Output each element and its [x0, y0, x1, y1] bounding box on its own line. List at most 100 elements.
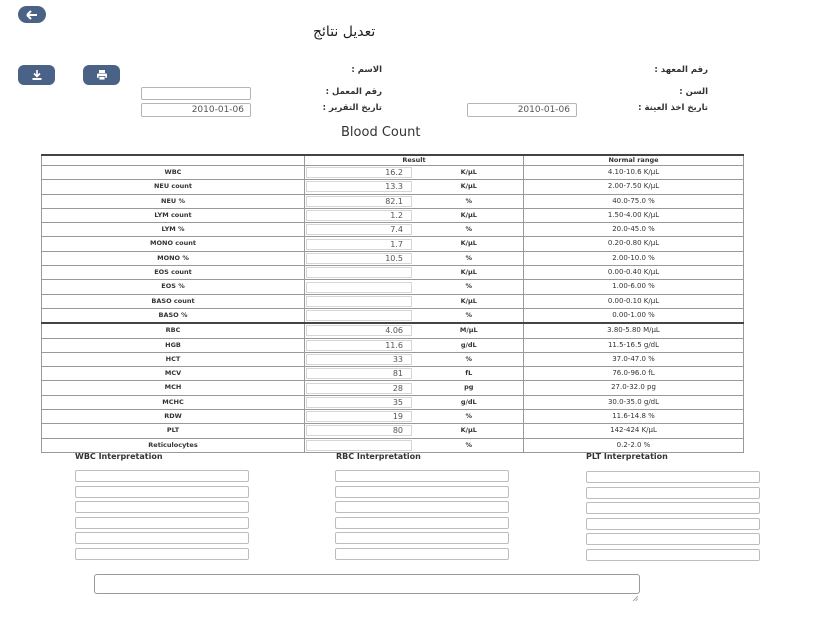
- result-value-input[interactable]: 10.5: [306, 252, 412, 264]
- result-value-input[interactable]: 7.4: [306, 224, 412, 236]
- parameter-name: NEU %: [41, 193, 305, 209]
- result-cell: 28: [304, 380, 415, 396]
- parameter-name: WBC: [41, 164, 305, 181]
- wbc-interpretation-input[interactable]: [75, 501, 249, 513]
- result-value-input[interactable]: [306, 310, 412, 322]
- unit-label: %: [414, 193, 524, 209]
- age-label: السن :: [679, 87, 708, 97]
- unit-label: K/µL: [414, 164, 524, 181]
- result-cell: 13.3: [304, 179, 415, 195]
- normal-range: 2.00-7.50 K/µL: [523, 179, 744, 195]
- unit-label: pg: [414, 380, 524, 396]
- rbc-interpretation-input[interactable]: [335, 516, 509, 529]
- unit-label: fL: [414, 366, 524, 382]
- result-value-input[interactable]: 81: [306, 368, 412, 380]
- parameter-name: BASO %: [41, 307, 305, 324]
- sample-date-field[interactable]: [467, 103, 577, 117]
- table-row: MCV 81 fL 76.0-96.0 fL: [41, 366, 744, 382]
- report-date-field[interactable]: [141, 103, 251, 117]
- plt-interpretation-input[interactable]: [586, 517, 760, 530]
- wbc-interpretation-input[interactable]: [75, 547, 249, 560]
- parameter-name: MCV: [41, 366, 305, 382]
- parameter-name: RDW: [41, 409, 305, 425]
- unit-label: K/µL: [414, 179, 524, 195]
- wbc-interpretation-input[interactable]: [75, 532, 249, 544]
- table-row: LYM % 7.4% 20.0-45.0 %: [41, 222, 744, 238]
- printer-icon: [96, 66, 108, 85]
- back-button[interactable]: [18, 6, 46, 23]
- result-value-input[interactable]: 13.3: [306, 181, 412, 193]
- table-row: RDW 19% 11.6-14.8 %: [41, 409, 744, 425]
- parameter-name: BASO count: [41, 293, 305, 309]
- unit-label: %: [414, 279, 524, 295]
- wbc-interpretation-title: WBC Interpretation: [75, 452, 163, 461]
- unit-label: K/µL: [414, 293, 524, 309]
- print-button[interactable]: [83, 65, 120, 85]
- rbc-interpretation-input[interactable]: [335, 532, 509, 544]
- result-cell: 80: [304, 423, 415, 439]
- result-value-input[interactable]: 16.2: [306, 167, 412, 179]
- page-title: تعديل نتائج: [313, 24, 376, 40]
- unit-label: %: [414, 409, 524, 425]
- result-value-input[interactable]: 11.6: [306, 339, 412, 351]
- wbc-interpretation-input[interactable]: [75, 470, 249, 482]
- plt-interpretation-input[interactable]: [586, 471, 760, 483]
- unit-label: %: [414, 351, 524, 368]
- result-value-input[interactable]: 28: [306, 382, 412, 394]
- plt-interpretation-input[interactable]: [586, 548, 760, 561]
- result-value-input[interactable]: [306, 267, 412, 279]
- unit-label: M/µL: [414, 322, 524, 339]
- table-row: RBC 4.06 M/µL 3.80-5.80 M/µL: [41, 322, 744, 339]
- normal-range: 4.10-10.6 K/µL: [523, 164, 744, 181]
- result-value-input[interactable]: 82.1: [306, 195, 412, 207]
- result-cell: [304, 265, 415, 281]
- result-cell: [304, 307, 415, 324]
- result-value-input[interactable]: [306, 295, 412, 307]
- parameter-name: EOS count: [41, 265, 305, 281]
- parameter-name: MONO %: [41, 250, 305, 267]
- result-value-input[interactable]: [306, 439, 412, 451]
- result-value-input[interactable]: 4.06: [306, 325, 412, 337]
- parameter-name: MCHC: [41, 394, 305, 411]
- results-table: Result Normal range WBC 16.2 K/µL 4.10-10.6…: [41, 154, 744, 453]
- unit-label: g/dL: [414, 394, 524, 411]
- result-cell: 1.2: [304, 207, 415, 224]
- normal-range: 11.5-16.5 g/dL: [523, 337, 744, 353]
- rbc-interpretation-input[interactable]: [335, 470, 509, 482]
- result-value-input[interactable]: 19: [306, 411, 412, 423]
- download-icon: [31, 66, 43, 85]
- notes-textarea[interactable]: [94, 574, 640, 602]
- result-value-input[interactable]: 1.2: [306, 210, 412, 222]
- plt-interpretation-input[interactable]: [586, 486, 760, 499]
- result-value-input[interactable]: 35: [306, 396, 412, 408]
- result-value-input[interactable]: 80: [306, 425, 412, 437]
- download-button[interactable]: [18, 65, 55, 85]
- rbc-interpretation-input[interactable]: [335, 547, 509, 560]
- wbc-interpretation-input[interactable]: [75, 516, 249, 529]
- parameter-name: LYM count: [41, 207, 305, 224]
- parameter-name: RBC: [41, 322, 305, 339]
- normal-range: 76.0-96.0 fL: [523, 366, 744, 382]
- parameter-name: EOS %: [41, 279, 305, 295]
- rbc-interpretation-input[interactable]: [335, 485, 509, 498]
- plt-interpretation-input[interactable]: [586, 502, 760, 514]
- plt-interpretation-input[interactable]: [586, 533, 760, 545]
- parameter-name: HGB: [41, 337, 305, 353]
- result-value-input[interactable]: 33: [306, 354, 412, 365]
- result-value-input[interactable]: 1.7: [306, 238, 412, 250]
- parameter-name: MCH: [41, 380, 305, 396]
- normal-range: 0.00-0.40 K/µL: [523, 265, 744, 281]
- wbc-interpretation-input[interactable]: [75, 485, 249, 498]
- table-row: WBC 16.2 K/µL 4.10-10.6 K/µL: [41, 164, 744, 181]
- result-value-input[interactable]: [306, 281, 412, 293]
- table-row: MONO % 10.5% 2.00-10.0 %: [41, 250, 744, 267]
- result-cell: 35: [304, 394, 415, 411]
- table-row: LYM count 1.2 K/µL 1.50-4.00 K/µL: [41, 207, 744, 224]
- resize-grip-icon[interactable]: [632, 586, 639, 602]
- result-cell: 4.06: [304, 322, 415, 339]
- parameter-name: PLT: [41, 423, 305, 439]
- lab-number-field[interactable]: [141, 87, 251, 100]
- rbc-interpretation-input[interactable]: [335, 501, 509, 513]
- normal-range: 20.0-45.0 %: [523, 222, 744, 238]
- column-header-parameter: [41, 154, 305, 166]
